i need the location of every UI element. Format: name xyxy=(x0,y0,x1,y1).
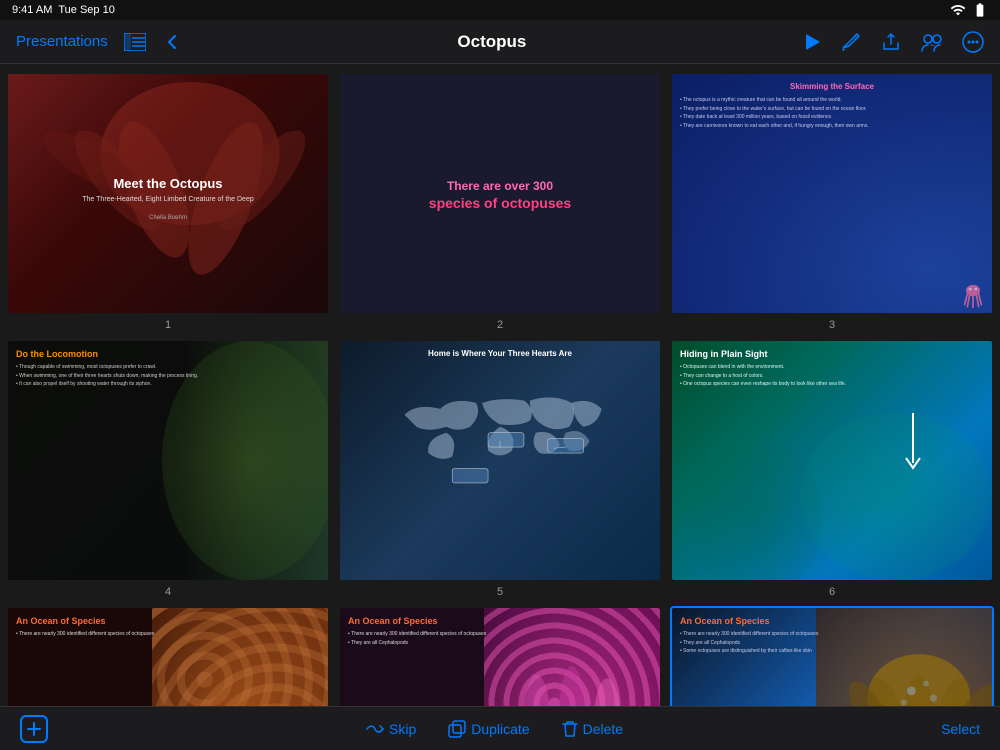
toolbar: Presentations Octopus xyxy=(0,20,1000,64)
battery-icon xyxy=(972,2,988,18)
slides-grid: Meet the Octopus The Three-Hearted, Eigh… xyxy=(0,64,1000,706)
slide-number: 4 xyxy=(165,586,171,598)
slide9-title: An Ocean of Species xyxy=(680,616,840,626)
slide8-title: An Ocean of Species xyxy=(348,616,652,626)
delete-button[interactable]: Delete xyxy=(562,720,623,738)
duplicate-label: Duplicate xyxy=(471,721,529,737)
time-display: 9:41 AM xyxy=(12,4,52,16)
plus-icon xyxy=(27,722,41,736)
skip-button[interactable]: Skip xyxy=(366,721,416,737)
more-icon xyxy=(962,31,984,53)
back-nav-button[interactable] xyxy=(162,32,182,52)
more-button[interactable] xyxy=(962,31,984,53)
slide-number: 1 xyxy=(165,319,171,331)
pencil-icon xyxy=(840,31,862,53)
slide-number: 2 xyxy=(497,319,503,331)
pencil-button[interactable] xyxy=(840,31,862,53)
list-item[interactable]: An Ocean of Species • There are nearly 3… xyxy=(670,606,994,706)
status-bar: 9:41 AM Tue Sep 10 xyxy=(0,0,1000,20)
duplicate-icon xyxy=(448,720,466,738)
select-button[interactable]: Select xyxy=(941,721,980,737)
add-slide-button[interactable] xyxy=(20,715,48,743)
wifi-icon xyxy=(950,2,966,18)
list-item[interactable]: Do the Locomotion • Though capable of sw… xyxy=(6,339,330,598)
share-button[interactable] xyxy=(880,31,902,53)
skip-icon xyxy=(366,721,384,737)
slide1-title: Meet the Octopus xyxy=(30,176,306,192)
list-item[interactable]: An Ocean of Species • There are nearly 3… xyxy=(6,606,330,706)
play-button[interactable] xyxy=(802,32,822,52)
delete-label: Delete xyxy=(583,721,623,737)
list-item[interactable]: Meet the Octopus The Three-Hearted, Eigh… xyxy=(6,72,330,331)
slide-number: 3 xyxy=(829,319,835,331)
duplicate-button[interactable]: Duplicate xyxy=(448,720,529,738)
back-button[interactable]: Presentations xyxy=(16,33,108,50)
date-display: Tue Sep 10 xyxy=(58,4,114,16)
skip-label: Skip xyxy=(389,721,416,737)
sidebar-toggle-button[interactable] xyxy=(124,33,146,51)
list-item[interactable]: There are over 300 species of octopuses … xyxy=(338,72,662,331)
play-icon xyxy=(802,32,822,52)
slide-number: 5 xyxy=(497,586,503,598)
slide1-subtitle: The Three-Hearted, Eight Limbed Creature… xyxy=(30,195,306,205)
slide1-author: Chella Boehm xyxy=(30,215,306,221)
slide6-title: Hiding in Plain Sight xyxy=(680,349,984,359)
slide4-title: Do the Locomotion xyxy=(16,349,320,359)
slide7-title: An Ocean of Species xyxy=(16,616,320,626)
slide5-title: Home is Where Your Three Hearts Are xyxy=(422,341,578,362)
collaborate-icon xyxy=(920,31,944,53)
collaborate-button[interactable] xyxy=(920,31,944,53)
sidebar-icon xyxy=(124,33,146,51)
bottom-bar: Skip Duplicate Delete Select xyxy=(0,706,1000,750)
select-label: Select xyxy=(941,721,980,737)
presentation-title: Octopus xyxy=(457,32,526,51)
slide-number: 6 xyxy=(829,586,835,598)
slide2-line2: species of octopuses xyxy=(429,195,571,211)
back-nav-icon xyxy=(162,32,182,52)
list-item[interactable]: An Ocean of Species • There are nearly 3… xyxy=(338,606,662,706)
list-item[interactable]: Home is Where Your Three Hearts Are xyxy=(338,339,662,598)
slide3-title: Skimming the Surface xyxy=(680,82,984,91)
list-item[interactable]: Hiding in Plain Sight • Octopuses can bl… xyxy=(670,339,994,598)
trash-icon xyxy=(562,720,578,738)
list-item[interactable]: Skimming the Surface • The octopus is a … xyxy=(670,72,994,331)
share-icon xyxy=(880,31,902,53)
slide2-line1: There are over 300 xyxy=(429,177,571,195)
